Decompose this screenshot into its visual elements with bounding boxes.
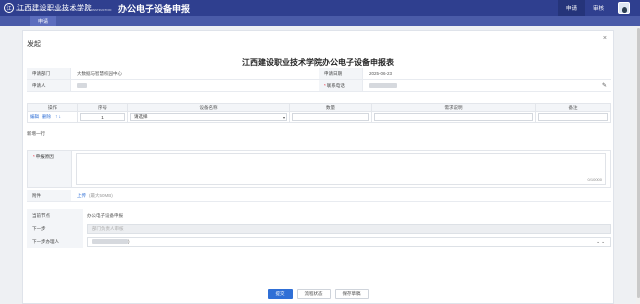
add-row-button[interactable]: 新增一行 (27, 131, 45, 137)
col-operation: 操作 (28, 104, 78, 111)
reason-textarea[interactable]: 0/10000 (76, 153, 606, 185)
col-device-name: 设备名称 (128, 104, 290, 111)
quantity-cell (290, 112, 372, 122)
close-icon[interactable]: × (603, 35, 607, 42)
nav-review[interactable]: 审核 (585, 0, 612, 16)
action-bar: 提交 流程状态 保存草稿 (23, 289, 613, 299)
scroll-thumb[interactable] (636, 28, 640, 298)
device-cell: 请选择 ▾ (128, 112, 290, 122)
clear-chevron-icon: ⌄ ⌄ (596, 238, 605, 244)
flow-row-next: 下一步 部门负责人审核 (27, 222, 611, 235)
avatar-person-icon (621, 7, 627, 13)
required-marker: * (33, 154, 35, 159)
tab-apply[interactable]: 申请 (30, 16, 57, 26)
next-step-label: 下一步 (27, 222, 83, 235)
next-handler-select[interactable]: ) (87, 236, 611, 247)
next-step-field: 部门负责人审核 (87, 223, 611, 234)
upload-hint: (最大50MB) (89, 192, 113, 198)
device-select[interactable]: 请选择 (130, 113, 287, 121)
edit-link[interactable]: 编辑 (30, 114, 39, 120)
nav-apply[interactable]: 申请 (557, 0, 585, 16)
required-marker: * (324, 83, 326, 88)
row-operations: 编辑 删除 ↑ ↓ (28, 112, 78, 122)
description-cell (372, 112, 536, 122)
page-scrollbar[interactable] (636, 26, 640, 304)
reason-label-cell: *申报原因 (28, 151, 72, 187)
seq-cell: 1 (78, 112, 128, 122)
reason-label: 申报原因 (35, 154, 54, 159)
info-row-applicant: 申请人 * 联系电话 ✎ (27, 80, 611, 92)
form-title: 江西建设职业技术学院办公电子设备申报表 (242, 58, 394, 67)
description-input[interactable] (374, 113, 533, 121)
quantity-input[interactable] (292, 113, 369, 121)
col-remark: 备注 (568, 104, 578, 110)
col-description: 需求说明 (372, 104, 536, 111)
college-logo: 江 江西建设职业技术学院 (4, 2, 92, 14)
workflow-section: 当前节点 办公电子设备申报 下一步 部门负责人审核 下一步办理人 ) ⌄ ⌄ (27, 209, 611, 248)
flow-row-handler: 下一步办理人 ) ⌄ ⌄ (27, 235, 611, 248)
handler-suffix: ) (128, 239, 130, 244)
redacted-phone (369, 83, 397, 88)
reason-section: *申报原因 0/10000 (27, 150, 611, 188)
delete-link[interactable]: 删除 (42, 114, 51, 120)
remark-cell (536, 112, 610, 122)
move-down-icon[interactable]: ↓ (59, 114, 62, 120)
top-nav: 申请 审核 (557, 0, 640, 16)
contact-label: 联系电话 (326, 82, 345, 88)
applicant-info: 申请部门 大数据与智慧校园中心 申请日期 2025-06-23 申请人 * 联系电… (27, 68, 611, 92)
chevron-down-icon: ▾ (282, 114, 285, 120)
current-node-value: 办公电子设备申报 (87, 212, 123, 218)
college-seal-icon: 江 (4, 3, 14, 13)
save-draft-button[interactable]: 保存草稿 (334, 289, 369, 299)
upload-button[interactable]: 上传 (77, 193, 86, 199)
dept-label: 申请部门 (27, 68, 71, 79)
table-row: 编辑 删除 ↑ ↓ 1 请选择 ▾ (27, 112, 611, 123)
col-seq: 序号 (78, 104, 128, 111)
flow-row-current: 当前节点 办公电子设备申报 (27, 209, 611, 222)
contact-value[interactable]: ✎ (363, 80, 611, 91)
college-english-name: JIANGXI VOCATIONAL AND TECHNICAL COLLEGE… (16, 9, 112, 12)
user-avatar[interactable] (618, 2, 630, 14)
device-table: 操作 序号 设备名称 数量 需求说明 备注 编辑 删除 ↑ ↓ 1 请选择 ▾ (27, 103, 611, 123)
remark-input[interactable] (538, 113, 608, 121)
move-up-icon[interactable]: ↑ (55, 114, 58, 120)
submit-button[interactable]: 提交 (267, 289, 293, 299)
dept-value: 大数据与智慧校园中心 (77, 70, 122, 76)
attach-value: 上传 (最大50MB) (71, 190, 611, 201)
apply-dialog: 发起 × 江西建设职业技术学院办公电子设备申报表 申请部门 大数据与智慧校园中心… (22, 30, 614, 304)
next-step-cell: 部门负责人审核 (83, 222, 611, 235)
table-header: 操作 序号 设备名称 数量 需求说明 备注 (27, 103, 611, 112)
applicant-label: 申请人 (27, 80, 71, 91)
tab-bar: 申请 (0, 16, 640, 26)
attach-label: 附件 (27, 190, 71, 201)
flow-status-button[interactable]: 流程状态 (296, 289, 331, 299)
applicant-value (71, 80, 319, 91)
seq-input[interactable]: 1 (80, 113, 125, 121)
edit-pencil-icon[interactable]: ✎ (602, 82, 607, 89)
char-counter: 0/10000 (587, 177, 602, 182)
dialog-title: 发起 (27, 41, 41, 48)
attachment-section: 附件 上传 (最大50MB) (27, 190, 611, 202)
info-row-dept: 申请部门 大数据与智慧校园中心 申请日期 2025-06-23 (27, 68, 611, 80)
system-title: 办公电子设备申报 (118, 5, 191, 15)
top-bar: 江 江西建设职业技术学院 JIANGXI VOCATIONAL AND TECH… (0, 0, 640, 16)
contact-label-cell: * 联系电话 (319, 80, 363, 91)
date-label: 申请日期 (319, 68, 363, 79)
next-handler-cell: ) ⌄ ⌄ (83, 235, 611, 248)
current-node-label: 当前节点 (27, 209, 83, 222)
redacted-handler (92, 239, 128, 244)
col-quantity: 数量 (290, 104, 372, 111)
redacted-name (77, 83, 87, 88)
date-value: 2025-06-23 (369, 71, 393, 76)
next-handler-label: 下一步办理人 (27, 235, 83, 248)
